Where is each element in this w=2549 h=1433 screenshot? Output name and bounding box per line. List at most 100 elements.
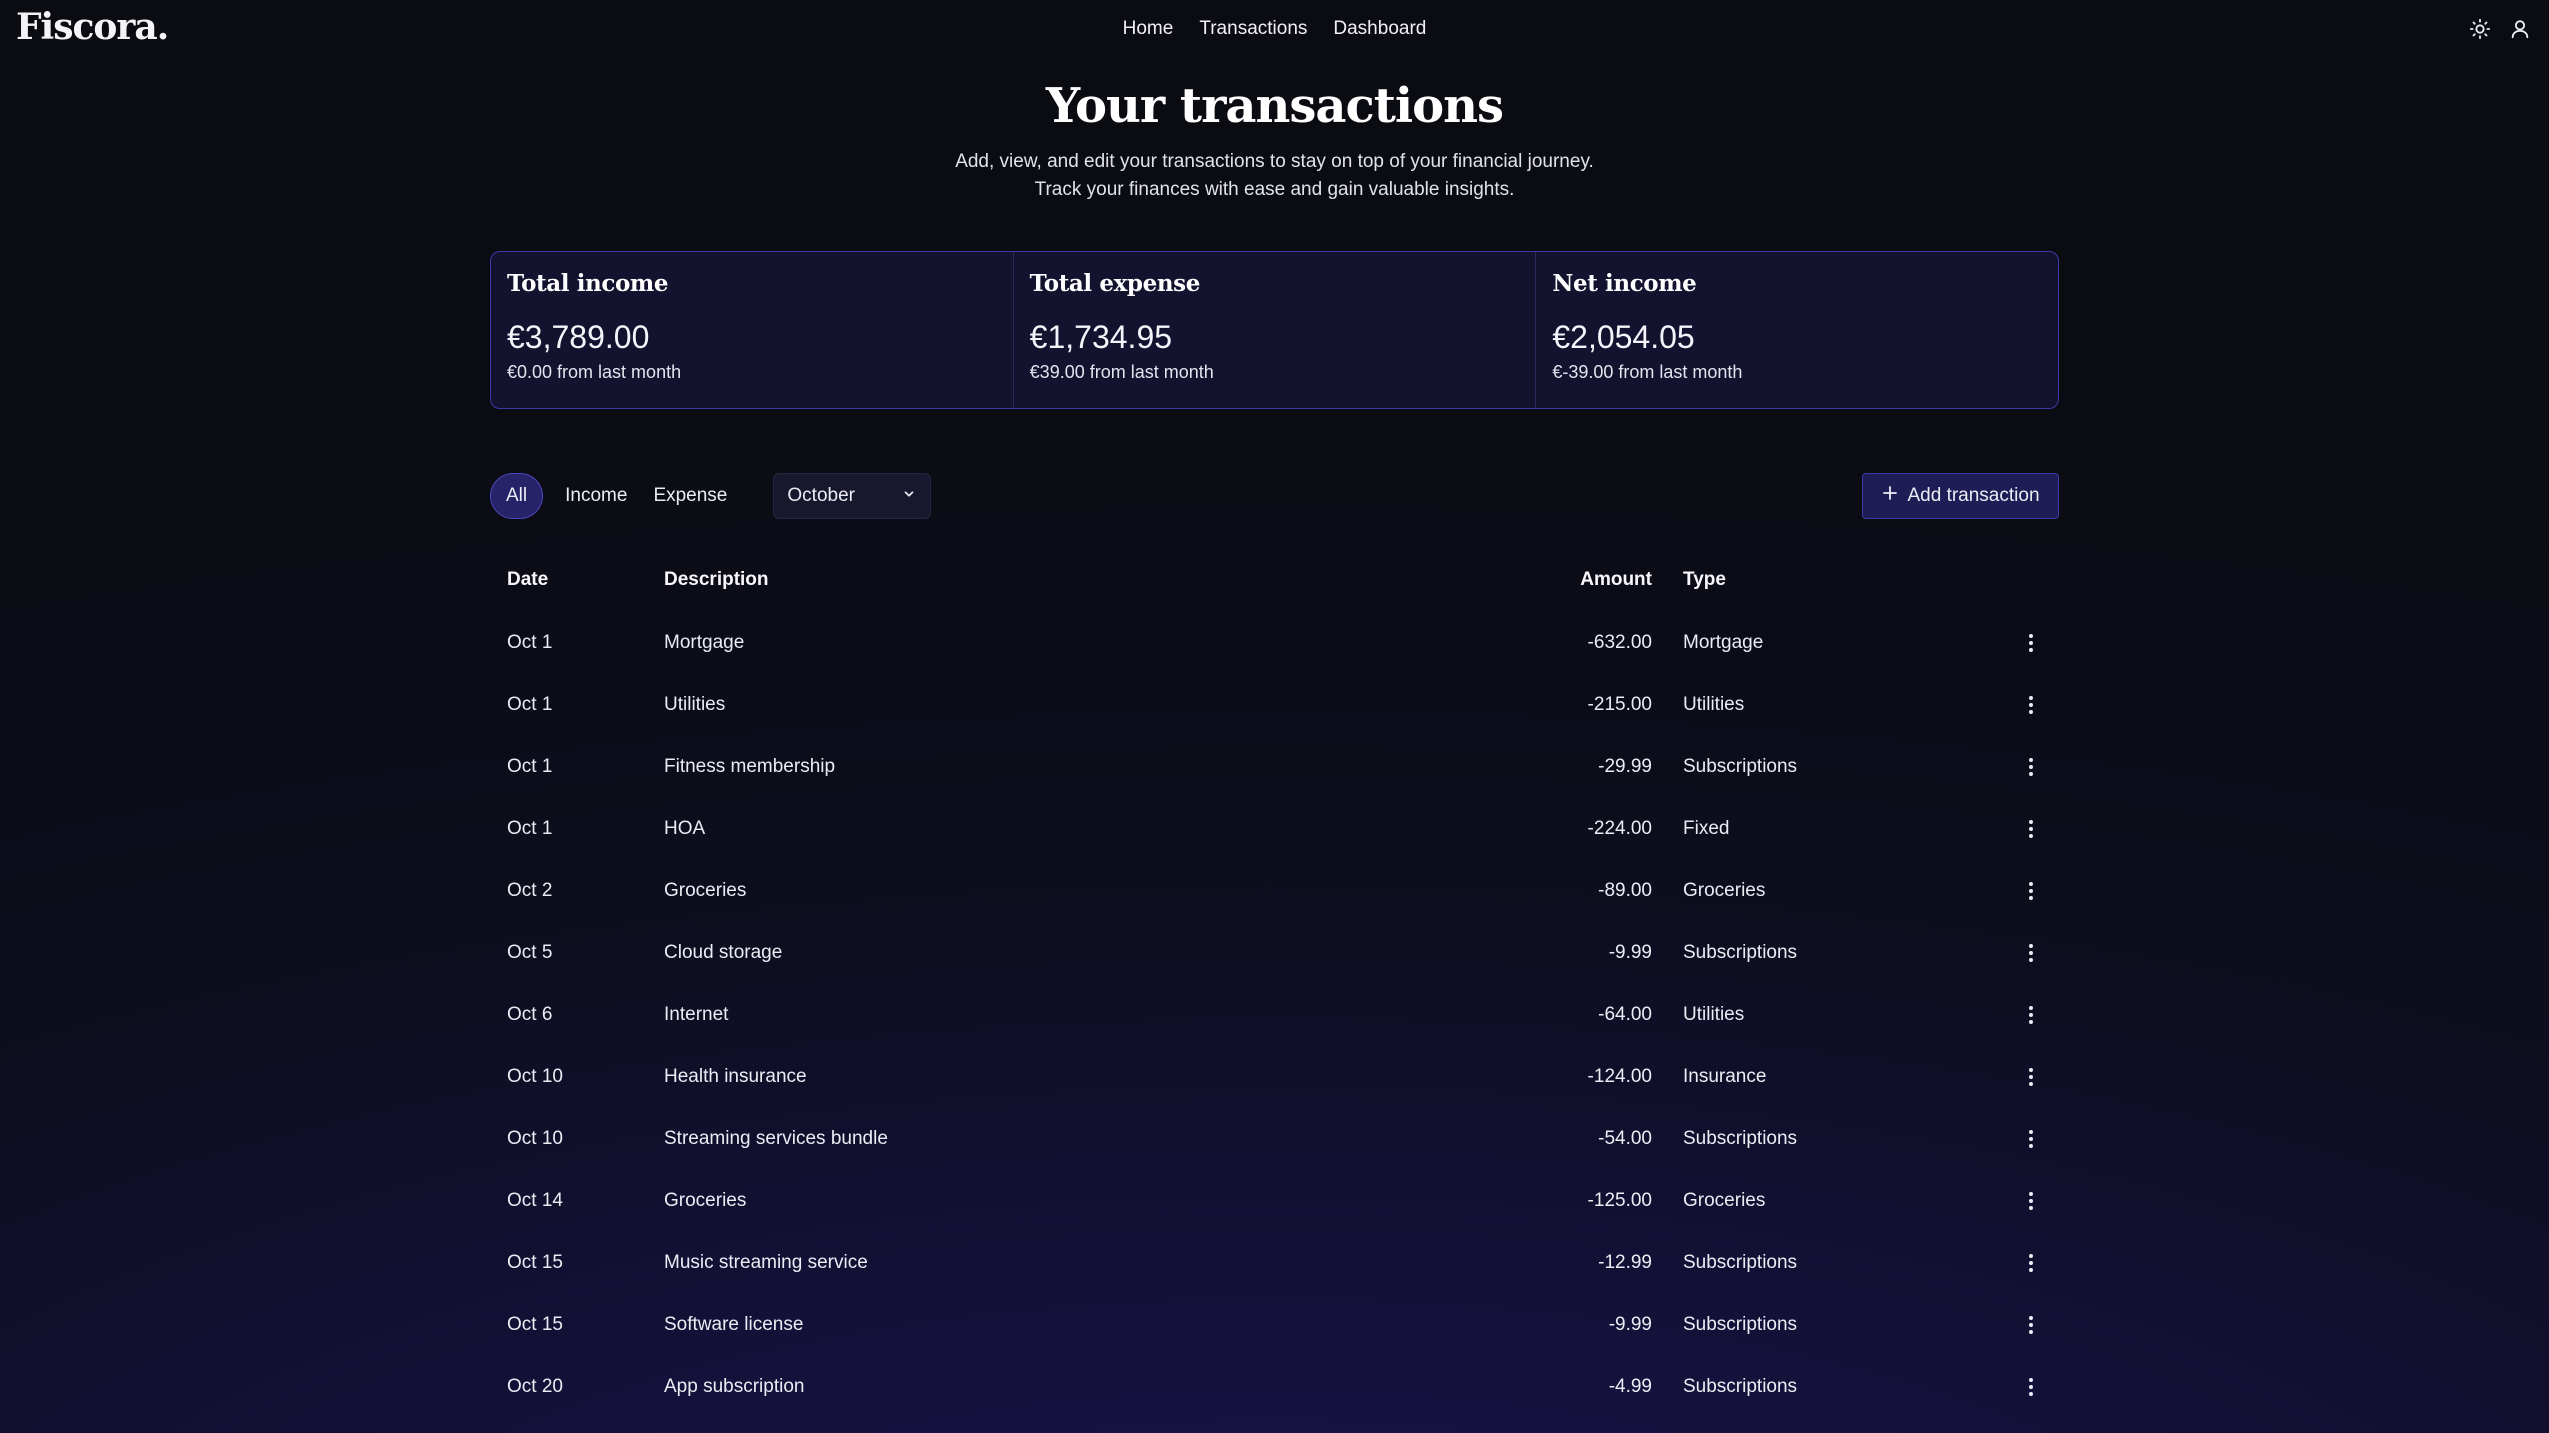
row-description: Mortgage [664, 632, 745, 653]
table-row[interactable]: Oct 10 Streaming services bundle -54.00 Sub… [490, 1108, 2059, 1170]
table-row[interactable]: Oct 15 Software license -9.99 Subscriptions [490, 1294, 2059, 1356]
row-description: Utilities [664, 694, 726, 715]
month-select[interactable]: October [773, 473, 932, 519]
column-header-type[interactable]: Type [1683, 548, 1726, 612]
row-type: Subscriptions [1683, 942, 1798, 963]
net-income-card: Net income €2,054.05 €-39.00 from last m… [1535, 252, 2058, 408]
nav-dashboard[interactable]: Dashboard [1333, 18, 1426, 40]
page-subtitle: Add, view, and edit your transactions to… [0, 148, 2549, 204]
row-amount: -4.99 [1608, 1376, 1652, 1397]
total-expense-card: Total expense €1,734.95 €39.00 from last… [1012, 252, 1536, 408]
more-vertical-icon[interactable] [2019, 1170, 2043, 1232]
filter-all-tab[interactable]: All [490, 473, 544, 519]
row-date: Oct 1 [507, 632, 553, 653]
more-vertical-icon[interactable] [2019, 798, 2043, 860]
row-amount: -9.99 [1608, 1314, 1652, 1335]
add-transaction-button[interactable]: Add transaction [1862, 473, 2059, 519]
row-type: Subscriptions [1683, 1314, 1798, 1335]
row-description: Groceries [664, 880, 747, 901]
page-title: Your transactions [1045, 78, 1504, 134]
row-description: Software license [664, 1314, 804, 1335]
row-date: Oct 1 [507, 756, 553, 777]
more-vertical-icon[interactable] [2019, 736, 2043, 798]
table-row[interactable]: Oct 2 Groceries -89.00 Groceries [490, 860, 2059, 922]
row-amount: -54.00 [1598, 1128, 1652, 1149]
row-amount: -29.99 [1598, 756, 1652, 777]
row-type: Mortgage [1683, 632, 1764, 653]
row-amount: -12.99 [1598, 1252, 1652, 1273]
filter-income-tab[interactable]: Income [553, 473, 639, 519]
month-select-value: October [787, 485, 855, 506]
summary-cards: Total income €3,789.00 €0.00 from last m… [490, 251, 2059, 409]
row-amount: -215.00 [1587, 694, 1652, 715]
row-amount: -9.99 [1608, 942, 1652, 963]
row-date: Oct 15 [507, 1252, 563, 1273]
nav-home[interactable]: Home [1123, 18, 1174, 40]
subtitle-line-2: Track your finances with ease and gain v… [1034, 179, 1515, 200]
row-date: Oct 10 [507, 1128, 563, 1149]
row-date: Oct 14 [507, 1190, 563, 1211]
table-row[interactable]: Oct 1 HOA -224.00 Fixed [490, 798, 2059, 860]
subtitle-line-1: Add, view, and edit your transactions to… [955, 151, 1594, 172]
table-row[interactable]: Oct 15 Music streaming service -12.99 Subsc… [490, 1232, 2059, 1294]
chevron-down-icon [902, 485, 916, 507]
more-vertical-icon[interactable] [2019, 860, 2043, 922]
column-header-description[interactable]: Description [664, 548, 769, 612]
row-type: Subscriptions [1683, 1128, 1798, 1149]
row-description: Groceries [664, 1190, 747, 1211]
add-transaction-label: Add transaction [1907, 485, 2040, 506]
row-amount: -89.00 [1598, 880, 1652, 901]
table-row[interactable]: Oct 14 Groceries -125.00 Groceries [490, 1170, 2059, 1232]
row-description: Streaming services bundle [664, 1128, 888, 1149]
card-delta: €0.00 from last month [507, 362, 682, 382]
row-type: Insurance [1683, 1066, 1767, 1087]
row-date: Oct 1 [507, 818, 553, 839]
column-header-date[interactable]: Date [507, 548, 548, 612]
table-row[interactable]: Oct 10 Health insurance -124.00 Insurance [490, 1046, 2059, 1108]
more-vertical-icon[interactable] [2019, 674, 2043, 736]
sun-icon[interactable] [2467, 16, 2493, 42]
row-date: Oct 2 [507, 880, 553, 901]
row-date: Oct 15 [507, 1314, 563, 1335]
more-vertical-icon[interactable] [2019, 1046, 2043, 1108]
row-type: Fixed [1683, 818, 1730, 839]
row-amount: -64.00 [1598, 1004, 1652, 1025]
row-date: Oct 10 [507, 1066, 563, 1087]
row-type: Subscriptions [1683, 1252, 1798, 1273]
transactions-table: Date Description Amount Type Oct 1 Mortga… [490, 548, 2059, 1418]
row-description: Cloud storage [664, 942, 783, 963]
card-title: Net income [1552, 270, 1697, 297]
row-description: App subscription [664, 1376, 805, 1397]
more-vertical-icon[interactable] [2019, 1232, 2043, 1294]
more-vertical-icon[interactable] [2019, 922, 2043, 984]
row-type: Groceries [1683, 880, 1766, 901]
table-row[interactable]: Oct 6 Internet -64.00 Utilities [490, 984, 2059, 1046]
table-row[interactable]: Oct 5 Cloud storage -9.99 Subscriptions [490, 922, 2059, 984]
table-row[interactable]: Oct 1 Fitness membership -29.99 Subscriptio… [490, 736, 2059, 798]
row-amount: -125.00 [1587, 1190, 1652, 1211]
more-vertical-icon[interactable] [2019, 612, 2043, 674]
more-vertical-icon[interactable] [2019, 1108, 2043, 1170]
card-value: €1,734.95 [1029, 319, 1173, 355]
more-vertical-icon[interactable] [2019, 1294, 2043, 1356]
plus-icon [1881, 484, 1899, 508]
table-row[interactable]: Oct 1 Mortgage -632.00 Mortgage [490, 612, 2059, 674]
more-vertical-icon[interactable] [2019, 1356, 2043, 1418]
row-amount: -124.00 [1587, 1066, 1652, 1087]
row-type: Groceries [1683, 1190, 1766, 1211]
nav-transactions[interactable]: Transactions [1199, 18, 1307, 40]
row-type: Utilities [1683, 1004, 1745, 1025]
total-income-card: Total income €3,789.00 €0.00 from last m… [491, 252, 1013, 408]
card-delta: €-39.00 from last month [1552, 362, 1743, 382]
column-header-amount[interactable]: Amount [1580, 548, 1652, 612]
table-header: Date Description Amount Type [490, 548, 2059, 612]
row-description: Health insurance [664, 1066, 807, 1087]
row-date: Oct 6 [507, 1004, 553, 1025]
user-icon[interactable] [2507, 16, 2533, 42]
table-row[interactable]: Oct 20 App subscription -4.99 Subscriptions [490, 1356, 2059, 1418]
more-vertical-icon[interactable] [2019, 984, 2043, 1046]
row-date: Oct 20 [507, 1376, 563, 1397]
table-row[interactable]: Oct 1 Utilities -215.00 Utilities [490, 674, 2059, 736]
row-description: Music streaming service [664, 1252, 868, 1273]
filter-expense-tab[interactable]: Expense [641, 473, 739, 519]
